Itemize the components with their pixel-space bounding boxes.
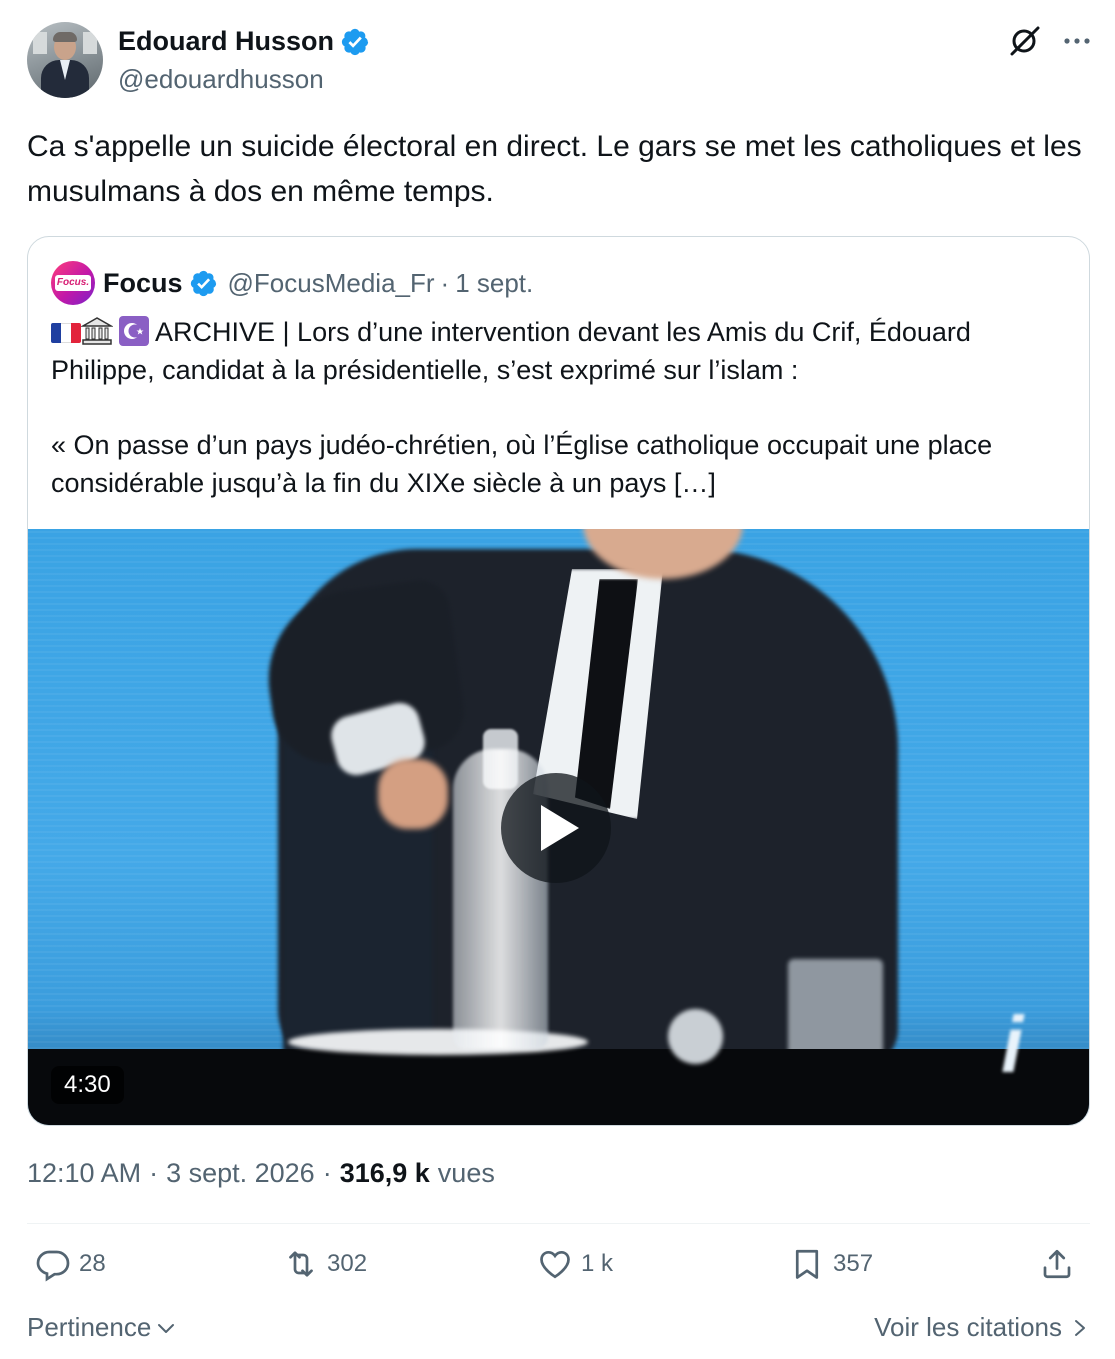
share-icon [1043,1249,1071,1279]
video-frame-detail [28,1049,1089,1125]
tweet-text: Ca s'appelle un suicide électoral en dir… [27,130,1082,208]
bookmark-count: 357 [833,1250,874,1277]
quoted-tweet-header: Focus. Focus @FocusMedia_Fr · 1 sept. [51,261,533,305]
video-player[interactable]: i 4:30 [28,529,1089,1125]
dot-separator: · [322,1158,332,1188]
quoted-author-avatar[interactable]: Focus. [51,261,95,305]
dot-separator: · [440,267,450,298]
play-icon [541,805,579,851]
play-button[interactable] [501,773,611,883]
sort-label: Pertinence [27,1312,152,1342]
quoted-tweet-text: ARCHIVE | Lors d’une intervention devant… [51,313,1071,502]
avatar-background [83,32,97,54]
reply-count: 28 [79,1250,106,1277]
reply-icon [36,1250,70,1282]
star-and-crescent-icon [119,316,149,346]
author-handle[interactable]: @edouardhusson [118,64,324,95]
like-button[interactable]: 1 k [537,1246,613,1282]
video-frame-detail [788,959,883,1059]
video-frame-detail [668,1009,723,1064]
verified-badge-icon [341,28,369,55]
like-count: 1 k [581,1250,614,1277]
tweet-metadata: 12:10 AM · 3 sept. 2026 · 316,9 k vues [27,1158,495,1189]
quoted-avatar-logo: Focus. [55,275,91,291]
bookmark-icon [795,1249,819,1279]
video-frame-detail [378,759,448,829]
video-duration: 4:30 [51,1066,124,1104]
author-name[interactable]: Edouard Husson [118,26,334,57]
tweet-date[interactable]: 3 sept. 2026 [166,1158,315,1189]
retweet-count: 302 [327,1250,368,1277]
france-flag-icon [51,323,81,343]
tweet-header: Edouard Husson @edouardhusson [27,22,1092,100]
retweet-button[interactable]: 302 [283,1246,367,1282]
share-button[interactable] [1039,1246,1075,1282]
view-quotes-link[interactable]: Voir les citations [874,1312,1088,1343]
author-avatar[interactable] [27,22,103,98]
classical-building-icon [81,317,113,345]
avatar-background [33,32,47,54]
tweet-time[interactable]: 12:10 AM [27,1158,141,1189]
bookmark-button[interactable]: 357 [789,1246,873,1282]
view-quotes-label: Voir les citations [874,1312,1062,1342]
grok-icon[interactable] [1008,24,1042,58]
quoted-tweet-line-1: ARCHIVE | Lors d’une intervention devant… [51,317,971,385]
quoted-author-handle: @FocusMedia_Fr [227,267,435,298]
sort-dropdown[interactable]: Pertinence [27,1312,177,1343]
author-name-row: Edouard Husson [118,26,370,57]
retweet-icon [289,1251,313,1277]
like-icon [540,1250,570,1279]
verified-badge-icon [190,270,216,296]
quoted-author-name[interactable]: Focus [103,268,183,299]
more-icon[interactable] [1062,26,1092,56]
action-bar: 28 302 1 k 357 [27,1246,1090,1296]
video-frame-logo: i [1001,1000,1024,1089]
quoted-tweet[interactable]: Focus. Focus @FocusMedia_Fr · 1 sept. AR… [27,236,1090,1126]
dot-separator: · [149,1158,159,1188]
chevron-down-icon [158,1323,175,1333]
divider [27,1223,1090,1224]
quoted-tweet-date[interactable]: 1 sept. [455,268,533,299]
reply-button[interactable]: 28 [35,1246,106,1282]
views-label: vues [437,1158,495,1188]
avatar-figure [53,32,77,42]
quoted-tweet-line-2: « On passe d’un pays judéo-chrétien, où … [51,430,993,498]
view-count: 316,9 k [339,1158,430,1188]
chevron-right-icon [1075,1319,1085,1336]
